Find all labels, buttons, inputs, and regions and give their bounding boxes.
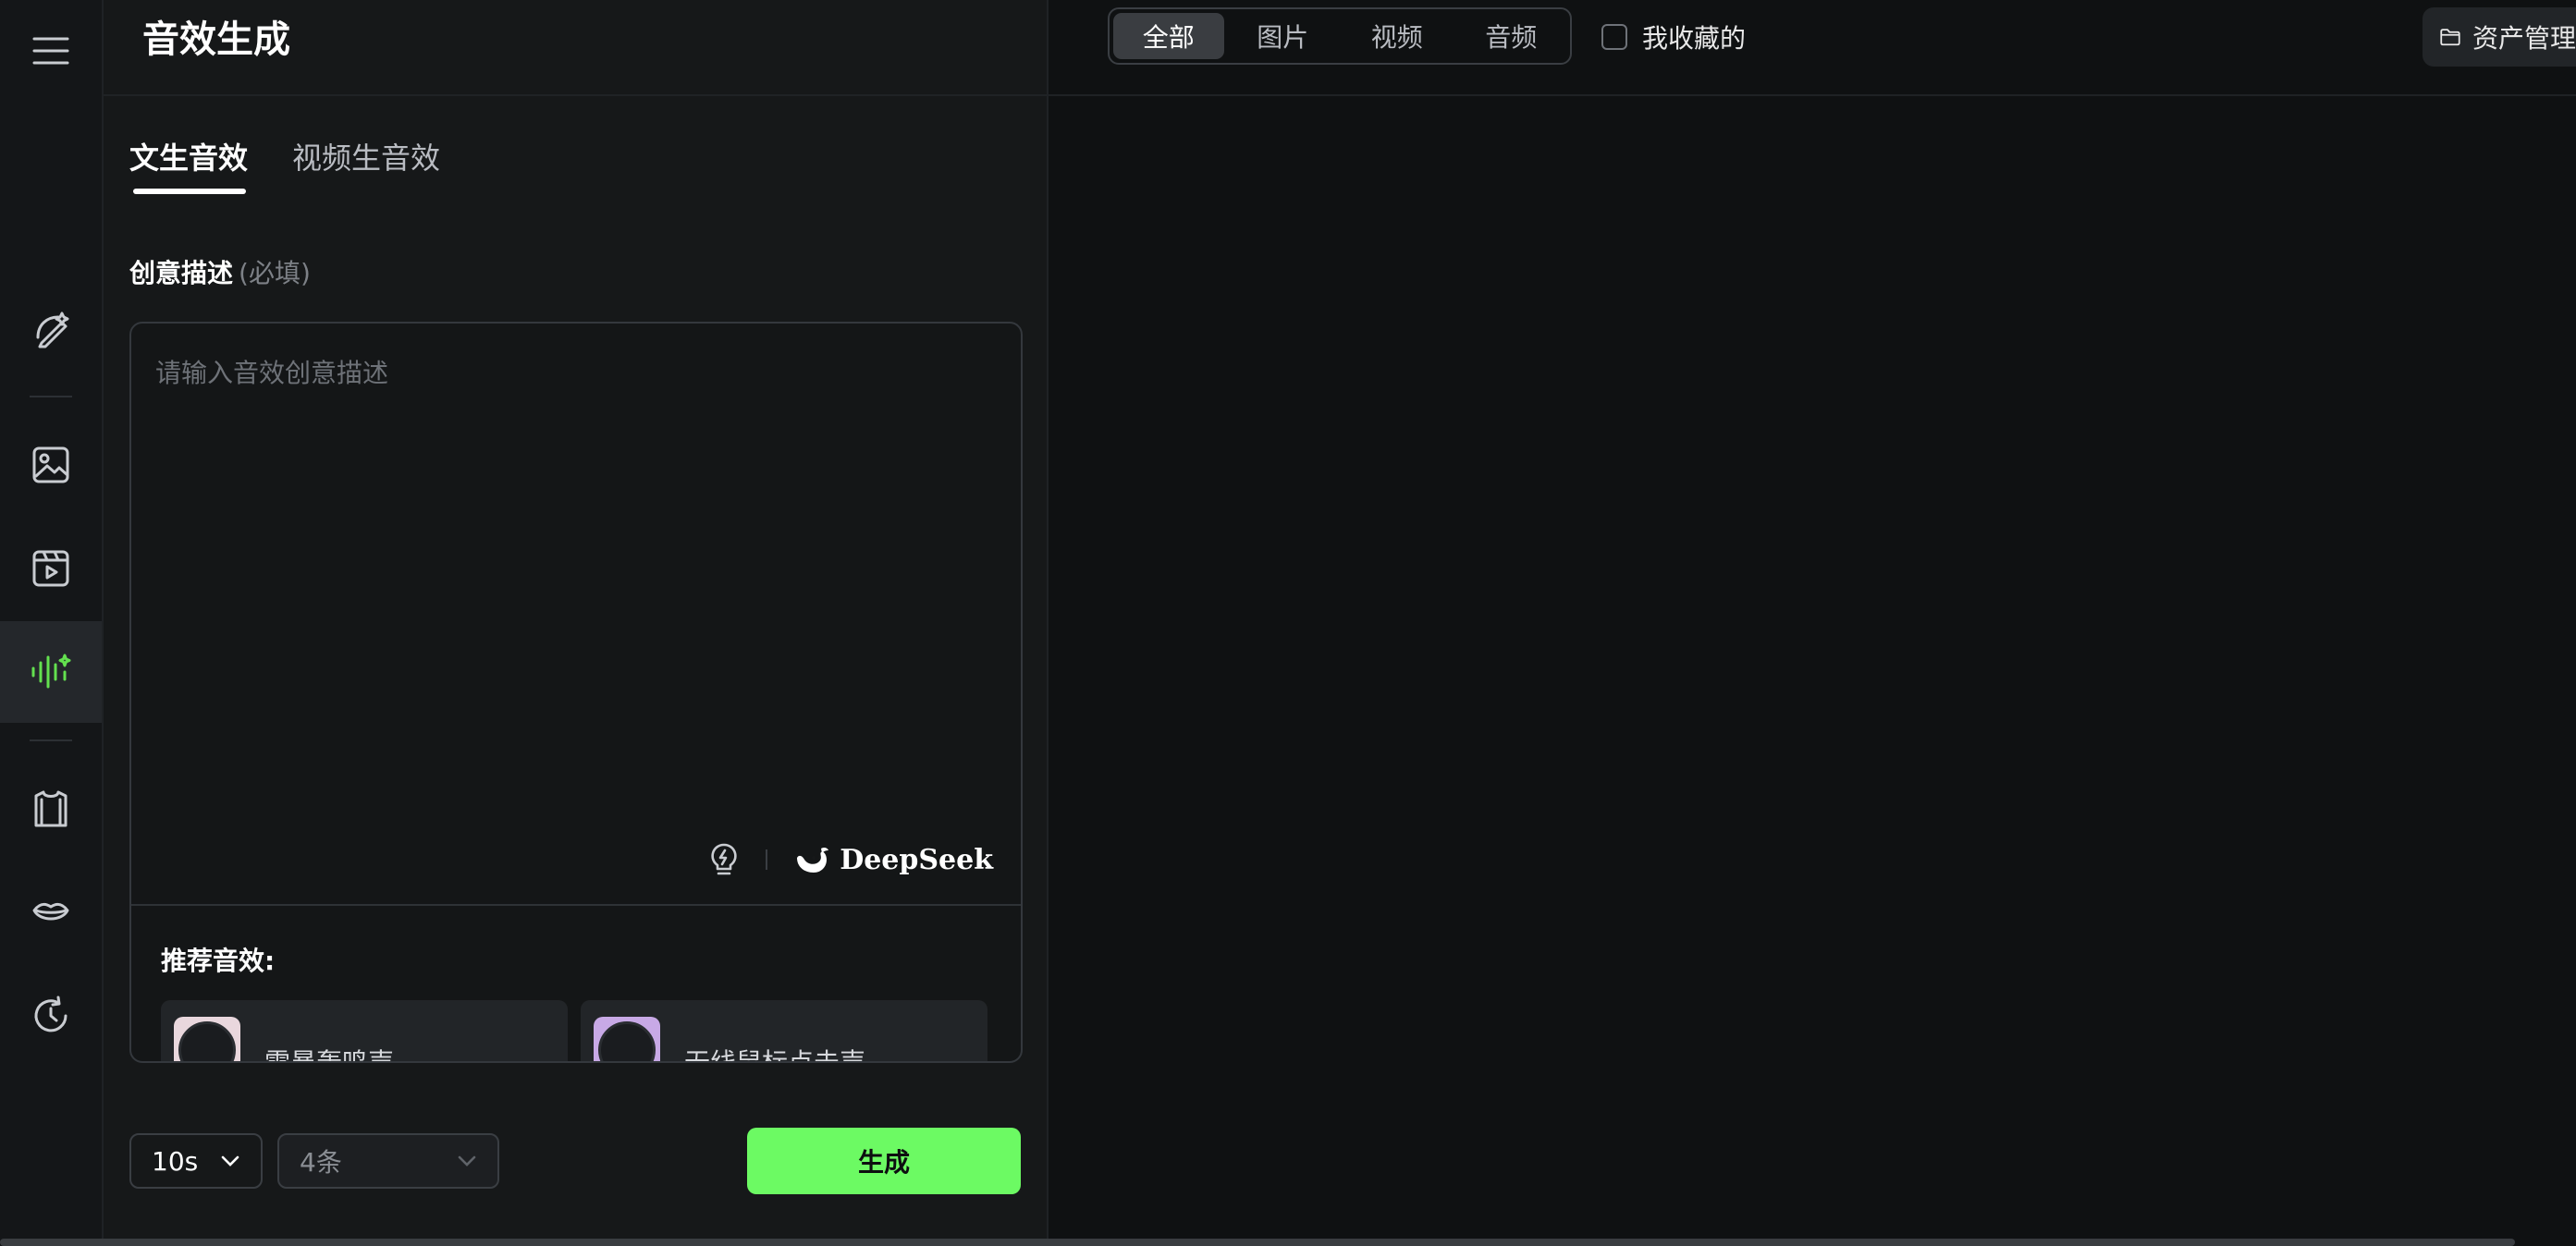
- filter-all[interactable]: 全部: [1113, 13, 1224, 59]
- asset-management-button[interactable]: 资产管理: [2423, 7, 2576, 67]
- header-divider: [104, 94, 2576, 96]
- deepseek-button[interactable]: DeepSeek: [793, 844, 993, 876]
- count-select[interactable]: 4条: [277, 1133, 499, 1189]
- duration-value: 10s: [152, 1145, 199, 1177]
- favorites-toggle[interactable]: 我收藏的: [1601, 18, 1746, 55]
- magic-pen-icon: [36, 312, 69, 348]
- sfx-thumbnail: [174, 1017, 240, 1061]
- composer-divider: [131, 904, 1021, 906]
- chevron-down-icon: [458, 1155, 476, 1167]
- rail-item-history[interactable]: [0, 965, 102, 1067]
- favorites-checkbox[interactable]: [1601, 24, 1627, 50]
- prompt-composer: DeepSeek 推荐音效: 雷暴轰鸣声 无线鼠标点击声: [129, 322, 1023, 1063]
- lightbulb-bolt-icon: [711, 843, 737, 875]
- prompt-label-text: 创意描述: [129, 258, 234, 288]
- recommended-item-name: 无线鼠标点击声: [684, 1047, 866, 1063]
- audio-wave-icon: [31, 654, 71, 689]
- filter-video[interactable]: 视频: [1342, 13, 1453, 59]
- media-filter: 全部 图片 视频 音频: [1108, 7, 1572, 65]
- recommended-label: 推荐音效:: [161, 946, 276, 976]
- inspire-button[interactable]: [708, 841, 740, 878]
- rail-item-magic[interactable]: [0, 279, 102, 381]
- disc-icon: [598, 1021, 656, 1061]
- rail-divider: [30, 396, 72, 397]
- required-hint: (必填): [239, 258, 311, 288]
- deepseek-label: DeepSeek: [840, 843, 993, 876]
- rail-item-image[interactable]: [0, 414, 102, 516]
- tab-text-to-sfx[interactable]: 文生音效: [129, 135, 248, 177]
- rail-item-audio[interactable]: [0, 621, 102, 723]
- asset-management-label: 资产管理: [2472, 23, 2576, 54]
- filter-image[interactable]: 图片: [1228, 13, 1339, 59]
- tab-video-to-sfx[interactable]: 视频生音效: [292, 135, 440, 177]
- image-icon: [32, 446, 69, 483]
- rail-item-video[interactable]: [0, 518, 102, 619]
- favorites-label: 我收藏的: [1642, 23, 1747, 54]
- filter-audio[interactable]: 音频: [1456, 13, 1567, 59]
- generate-button[interactable]: 生成: [747, 1128, 1021, 1194]
- disc-icon: [178, 1021, 236, 1061]
- recommended-item[interactable]: 雷暴轰鸣声: [161, 1000, 568, 1063]
- recommended-item-name: 雷暴轰鸣声: [264, 1047, 395, 1063]
- duration-select[interactable]: 10s: [129, 1133, 263, 1189]
- whale-icon: [797, 847, 829, 873]
- video-icon: [32, 550, 69, 587]
- composer-tools: DeepSeek: [708, 839, 993, 880]
- page-title: 音效生成: [142, 18, 290, 61]
- menu-button[interactable]: [0, 0, 102, 102]
- rail-item-lipsync[interactable]: [0, 861, 102, 963]
- recommended-item[interactable]: 无线鼠标点击声: [581, 1000, 987, 1063]
- rail-item-outfit[interactable]: [0, 758, 102, 860]
- count-value: 4条: [300, 1147, 342, 1178]
- horizontal-scrollbar[interactable]: [0, 1239, 2515, 1246]
- history-icon: [34, 996, 67, 1032]
- chevron-down-icon: [221, 1155, 239, 1167]
- shirt-icon: [34, 790, 67, 827]
- active-tab-indicator: [133, 189, 246, 194]
- generation-panel: 音效生成 文生音效 视频生音效 创意描述(必填) Dee: [104, 0, 1049, 1246]
- tools-divider: [766, 849, 768, 870]
- left-rail: [0, 0, 104, 1246]
- rail-divider: [30, 739, 72, 741]
- prompt-label: 创意描述 (必填): [129, 253, 311, 290]
- folder-icon: [2440, 29, 2460, 46]
- menu-icon: [32, 37, 69, 65]
- sfx-thumbnail: [594, 1017, 660, 1061]
- prompt-input[interactable]: [153, 351, 989, 836]
- lips-icon: [32, 902, 69, 921]
